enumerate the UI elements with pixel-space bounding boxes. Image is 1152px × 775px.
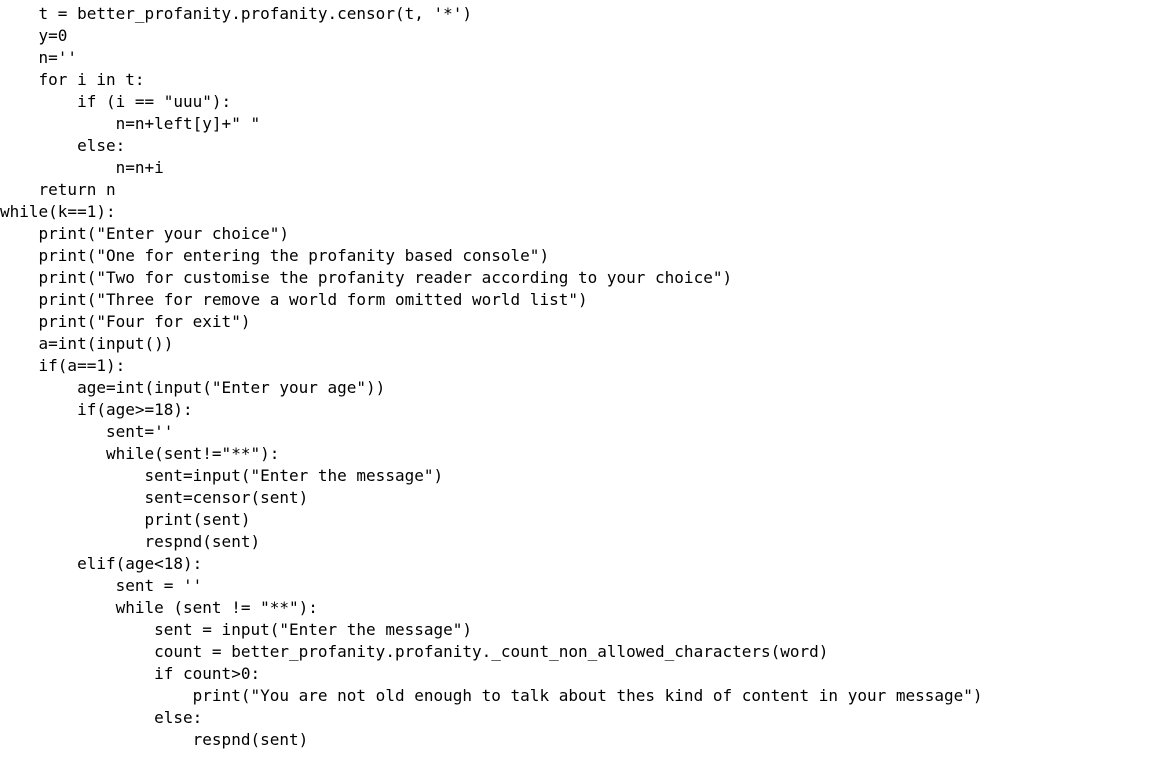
code-line-15: print("Four for exit") — [0, 312, 251, 331]
code-line-7: else: — [0, 136, 126, 155]
code-line-24: print(sent) — [0, 510, 251, 529]
code-line-21: while(sent!="**"): — [0, 444, 280, 463]
code-line-12: print("One for entering the profanity ba… — [0, 246, 550, 265]
code-line-10: while(k==1): — [0, 202, 116, 221]
code-line-25: respnd(sent) — [0, 532, 261, 551]
code-view[interactable]: t = better_profanity.profanity.censor(t,… — [0, 3, 1152, 775]
code-line-2: y=0 — [0, 26, 68, 45]
code-line-27: sent = '' — [0, 576, 203, 595]
code-line-4: for i in t: — [0, 70, 145, 89]
code-line-32: print("You are not old enough to talk ab… — [0, 686, 983, 705]
code-line-30: count = better_profanity.profanity._coun… — [0, 642, 829, 661]
code-line-6: n=n+left[y]+" " — [0, 114, 261, 133]
code-line-26: elif(age<18): — [0, 554, 203, 573]
code-line-23: sent=censor(sent) — [0, 488, 309, 507]
code-line-9: return n — [0, 180, 116, 199]
code-line-18: age=int(input("Enter your age")) — [0, 378, 386, 397]
code-line-19: if(age>=18): — [0, 400, 193, 419]
code-line-33: else: — [0, 708, 203, 727]
code-line-17: if(a==1): — [0, 356, 126, 375]
code-line-5: if (i == "uuu"): — [0, 92, 232, 111]
code-line-14: print("Three for remove a world form omi… — [0, 290, 588, 309]
code-line-28: while (sent != "**"): — [0, 598, 318, 617]
code-line-29: sent = input("Enter the message") — [0, 620, 473, 639]
code-line-8: n=n+i — [0, 158, 164, 177]
code-line-20: sent='' — [0, 422, 174, 441]
code-line-22: sent=input("Enter the message") — [0, 466, 444, 485]
code-line-3: n='' — [0, 48, 78, 67]
code-line-11: print("Enter your choice") — [0, 224, 289, 243]
code-line-13: print("Two for customise the profanity r… — [0, 268, 733, 287]
code-line-16: a=int(input()) — [0, 334, 174, 353]
code-line-34: respnd(sent) — [0, 730, 309, 749]
code-line-31: if count>0: — [0, 664, 261, 683]
code-line-1: t = better_profanity.profanity.censor(t,… — [0, 4, 473, 23]
